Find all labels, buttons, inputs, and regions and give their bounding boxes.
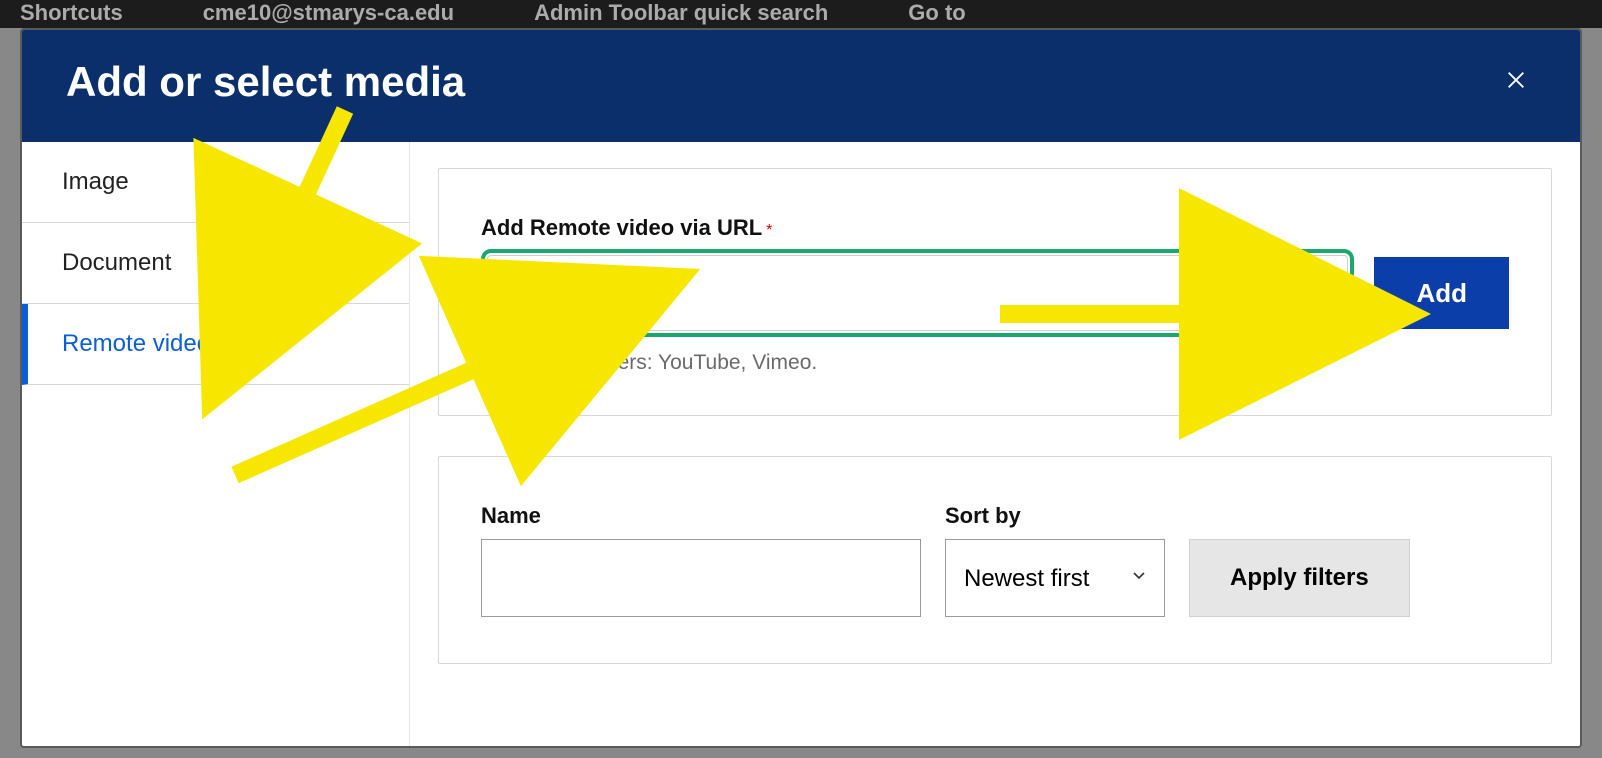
close-button[interactable] (1496, 62, 1536, 102)
url-field-label: Add Remote video via URL (481, 215, 762, 241)
admin-toolbar: Shortcuts cme10@stmarys-ca.edu Admin Too… (0, 0, 1602, 28)
apply-filters-button[interactable]: Apply filters (1189, 539, 1410, 617)
url-input-wrap (481, 249, 1354, 337)
remote-video-url-input[interactable] (481, 249, 1354, 337)
modal-header: Add or select media (22, 30, 1580, 142)
toolbar-shortcuts[interactable]: Shortcuts (20, 0, 123, 26)
modal-content: Add Remote video via URL* Add Allowed pr… (410, 142, 1580, 746)
close-icon (1505, 69, 1527, 96)
toolbar-user[interactable]: cme10@stmarys-ca.edu (203, 0, 454, 26)
tab-remote-video[interactable]: Remote video (22, 304, 409, 385)
modal-title: Add or select media (66, 58, 465, 106)
add-url-panel: Add Remote video via URL* Add Allowed pr… (438, 168, 1552, 416)
tab-document[interactable]: Document (22, 223, 409, 304)
filter-panel: Name Sort by Newest first (438, 456, 1552, 664)
name-filter-input[interactable] (481, 539, 921, 617)
media-modal: Add or select media Image Document Remot… (20, 28, 1582, 748)
sort-by-select[interactable]: Newest first (945, 539, 1165, 617)
tab-image[interactable]: Image (22, 142, 409, 223)
required-marker: * (766, 222, 772, 239)
allowed-providers-hint: Allowed providers: YouTube, Vimeo. (481, 351, 1509, 375)
modal-body: Image Document Remote video Add Remote v… (22, 142, 1580, 746)
add-button[interactable]: Add (1374, 257, 1509, 329)
toolbar-search[interactable]: Admin Toolbar quick search (534, 0, 828, 26)
toolbar-goto[interactable]: Go to (908, 0, 965, 26)
name-filter-label: Name (481, 503, 921, 529)
media-type-tabs: Image Document Remote video (22, 142, 410, 746)
sort-label: Sort by (945, 503, 1165, 529)
